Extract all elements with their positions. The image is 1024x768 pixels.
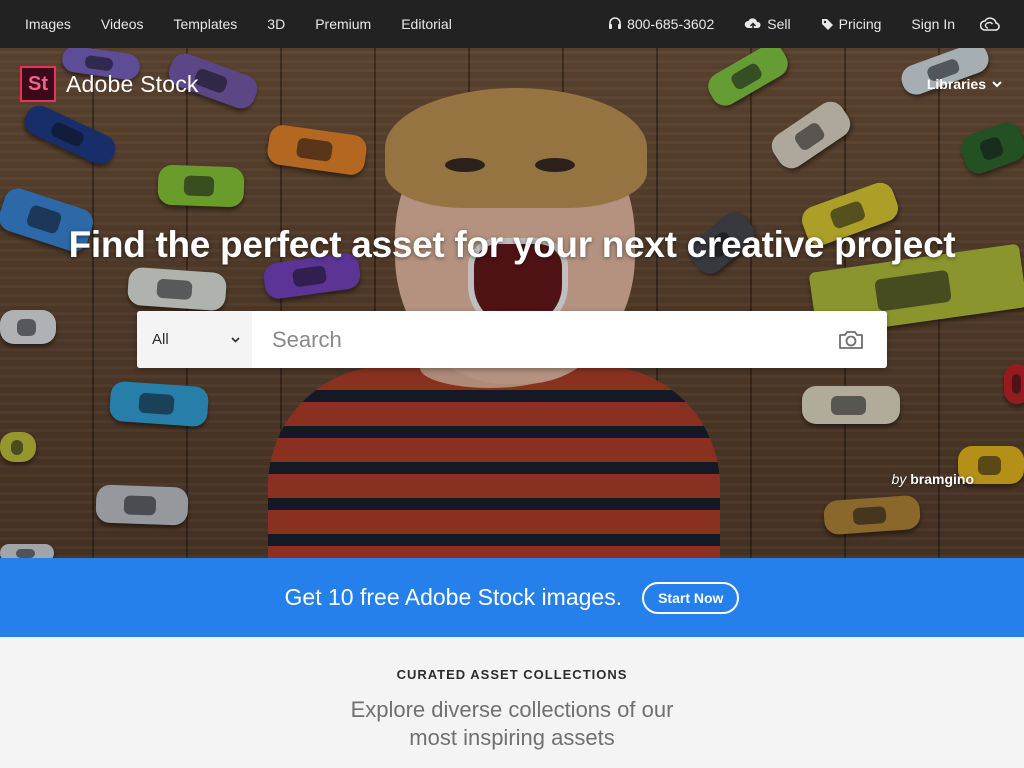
photo-credit-by: by bbox=[891, 471, 907, 487]
nav-link-3d[interactable]: 3D bbox=[252, 16, 300, 32]
libraries-dropdown[interactable]: Libraries bbox=[927, 76, 1002, 92]
hero-overlay bbox=[0, 48, 1024, 558]
search-scope-value: All bbox=[152, 331, 169, 348]
pricing-label: Pricing bbox=[838, 16, 882, 32]
top-navigation: Images Videos Templates 3D Premium Edito… bbox=[0, 0, 1024, 48]
section-kicker: CURATED ASSET COLLECTIONS bbox=[396, 667, 628, 682]
cloud-upload-icon bbox=[744, 18, 761, 30]
chevron-down-icon bbox=[992, 80, 1002, 87]
free-images-promo: Get 10 free Adobe Stock images. Start No… bbox=[0, 558, 1024, 637]
curated-collections-section: CURATED ASSET COLLECTIONS Explore divers… bbox=[0, 637, 1024, 768]
nav-link-premium[interactable]: Premium bbox=[300, 16, 386, 32]
sign-in-label: Sign In bbox=[911, 16, 955, 32]
stock-logo-text: Adobe Stock bbox=[66, 70, 199, 97]
search-bar: All bbox=[137, 311, 887, 368]
photo-credit-author[interactable]: bramgino bbox=[910, 471, 974, 487]
promo-message: Get 10 free Adobe Stock images. bbox=[284, 584, 623, 610]
sell-label: Sell bbox=[767, 16, 791, 32]
tag-icon bbox=[821, 18, 833, 30]
pricing-link[interactable]: Pricing bbox=[806, 16, 897, 32]
account-links: 800-685-3602 Sell Pricing Sign In bbox=[593, 0, 1024, 48]
adobe-stock-logo[interactable]: St Adobe Stock bbox=[20, 66, 199, 102]
visual-search-button[interactable] bbox=[815, 311, 887, 368]
search-scope-select[interactable]: All bbox=[137, 311, 252, 368]
phone-link[interactable]: 800-685-3602 bbox=[593, 16, 729, 32]
search-input-wrap bbox=[252, 311, 815, 368]
nav-link-images[interactable]: Images bbox=[10, 16, 86, 32]
stock-logo-mark: St bbox=[20, 66, 56, 102]
nav-link-templates[interactable]: Templates bbox=[158, 16, 252, 32]
asset-type-links: Images Videos Templates 3D Premium Edito… bbox=[10, 16, 467, 32]
hero-banner bbox=[0, 48, 1024, 558]
nav-link-videos[interactable]: Videos bbox=[86, 16, 159, 32]
phone-number: 800-685-3602 bbox=[627, 16, 715, 32]
headset-icon bbox=[609, 17, 622, 29]
creative-cloud-button[interactable] bbox=[970, 16, 1024, 32]
section-subtitle: Explore diverse collections of our most … bbox=[350, 697, 674, 750]
photo-credit: by bramgino bbox=[892, 471, 974, 487]
search-input[interactable] bbox=[272, 326, 815, 353]
start-now-button[interactable]: Start Now bbox=[642, 581, 740, 614]
libraries-label: Libraries bbox=[926, 76, 986, 92]
nav-link-editorial[interactable]: Editorial bbox=[386, 16, 467, 32]
creative-cloud-icon bbox=[980, 17, 1000, 31]
chevron-down-icon bbox=[231, 336, 240, 343]
sign-in-link[interactable]: Sign In bbox=[896, 16, 970, 32]
camera-icon bbox=[839, 330, 863, 349]
sell-link[interactable]: Sell bbox=[729, 16, 805, 32]
hero-headline: Find the perfect asset for your next cre… bbox=[68, 224, 956, 265]
